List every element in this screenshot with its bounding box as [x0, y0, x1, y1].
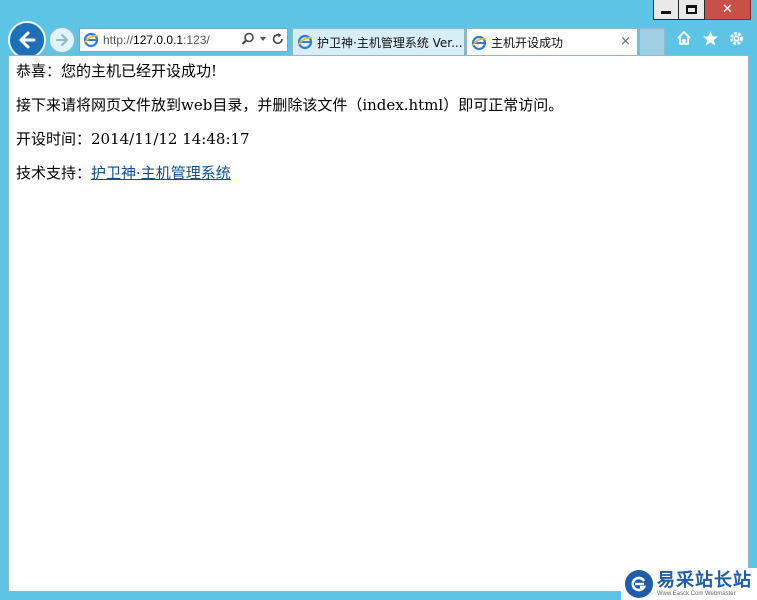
minimize-button[interactable] [653, 0, 679, 20]
close-icon: ✕ [722, 2, 733, 17]
ie-tab-icon [297, 34, 313, 50]
tab-label: 护卫神·主机管理系统 Ver... [317, 35, 463, 50]
url-suffix: :123/ [183, 33, 210, 47]
star-icon [702, 30, 718, 45]
tools-button[interactable] [727, 29, 745, 47]
support-link[interactable]: 护卫神·主机管理系统 [91, 164, 231, 182]
window-controls: ✕ [653, 0, 751, 22]
watermark-text: 易采站长站 Www.Easck.Com Webmaster [657, 571, 752, 598]
minimize-icon [661, 11, 671, 14]
watermark-logo-icon [625, 570, 653, 598]
ie-page-icon [83, 32, 99, 48]
maximize-icon [686, 5, 697, 14]
gear-icon [729, 31, 743, 45]
maximize-button[interactable] [679, 0, 705, 20]
refresh-icon[interactable] [271, 32, 285, 46]
search-icon[interactable] [241, 32, 255, 46]
address-bar[interactable]: http://127.0.0.1:123/ [79, 28, 288, 52]
forward-button[interactable] [49, 27, 75, 53]
back-button[interactable] [8, 21, 46, 59]
close-tab-icon[interactable]: × [620, 34, 631, 49]
created-time-text: 开设时间：2014/11/12 14:48:17 [16, 130, 250, 148]
tab-host-management[interactable]: 护卫神·主机管理系统 Ver... [292, 28, 465, 55]
url-host: 127.0.0.1 [133, 33, 184, 47]
success-message: 恭喜：您的主机已经开设成功! [16, 62, 218, 80]
watermark-title: 易采站长站 [657, 569, 752, 591]
watermark-subtitle: Www.Easck.Com Webmaster [657, 590, 736, 597]
tab-host-created[interactable]: 主机开设成功 × [466, 28, 638, 56]
support-label: 技术支持： [16, 164, 92, 182]
chevron-down-icon[interactable] [259, 35, 267, 43]
browser-window: ✕ http://127.0.0.1:123/ 护卫神·主机管理系统 Ver..… [0, 0, 757, 600]
instructions-text: 接下来请将网页文件放到web目录，并删除该文件（index.html）即可正常访… [16, 96, 564, 114]
favorites-button[interactable] [701, 29, 719, 47]
close-window-button[interactable]: ✕ [705, 0, 751, 20]
support-line: 技术支持：护卫神·主机管理系统 [16, 163, 748, 183]
home-button[interactable] [675, 29, 693, 47]
url-prefix: http:// [103, 33, 134, 47]
toolbar-right [675, 29, 745, 47]
address-tools [241, 32, 285, 46]
home-icon [677, 31, 691, 45]
new-tab-button[interactable] [639, 28, 665, 55]
watermark: 易采站长站 Www.Easck.Com Webmaster [621, 568, 757, 600]
ie-tab-icon [471, 35, 487, 50]
tab-label: 主机开设成功 [491, 36, 564, 50]
arrow-left-icon [19, 31, 36, 49]
e-logo-icon [631, 576, 647, 592]
page-content: 恭喜：您的主机已经开设成功! 接下来请将网页文件放到web目录，并删除该文件（i… [8, 55, 749, 592]
arrow-right-icon [56, 34, 68, 46]
url-text: http://127.0.0.1:123/ [103, 33, 210, 47]
